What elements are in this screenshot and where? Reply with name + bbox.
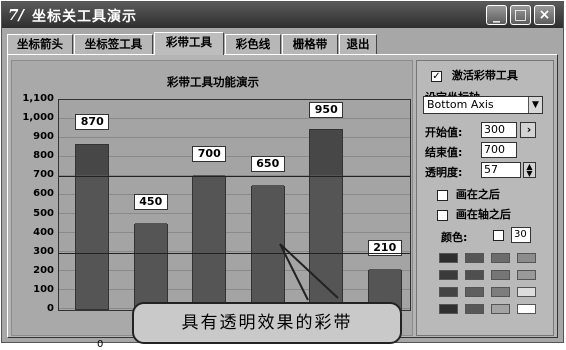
title-bar[interactable]: 7/ 坐标关工具演示 _ □ × <box>2 2 563 28</box>
bar-value-label: 650 <box>250 155 285 172</box>
y-tick-label: 400 <box>33 226 54 238</box>
transparency-field[interactable]: 57 <box>481 162 521 178</box>
maximize-button[interactable]: □ <box>510 5 531 25</box>
y-tick-label: 500 <box>33 207 54 219</box>
y-tick-label: 800 <box>33 150 54 162</box>
bar-value-label: 950 <box>309 102 344 118</box>
enable-band-row[interactable]: ✓ 激活彩带工具 <box>431 67 518 83</box>
bar-band-segment <box>76 175 109 309</box>
y-tick-label: 200 <box>33 264 54 276</box>
color-swatch[interactable] <box>491 253 510 263</box>
bar-band-segment <box>134 223 167 309</box>
bar <box>133 223 168 310</box>
draw-after-row[interactable]: 画在之后 <box>437 186 500 202</box>
color-swatch[interactable] <box>439 253 458 263</box>
bar <box>192 175 227 310</box>
y-tick-label: 300 <box>33 245 54 257</box>
y-tick-label: 1,000 <box>22 112 54 124</box>
bar-value-label: 450 <box>133 194 168 211</box>
band-edge-line <box>59 176 410 178</box>
axis-select[interactable]: Bottom Axis ▼ <box>423 96 543 114</box>
color-swatch[interactable] <box>491 270 510 280</box>
color-swatch[interactable] <box>465 304 484 314</box>
color-swatch[interactable] <box>439 270 458 280</box>
bar-value-label: 700 <box>192 146 227 163</box>
tab-color-line[interactable]: 彩色线 <box>225 34 281 54</box>
draw-after-label: 画在之后 <box>455 188 500 201</box>
y-tick-label: 1,100 <box>22 93 54 104</box>
color-swatch[interactable] <box>517 270 536 280</box>
bar <box>75 143 110 310</box>
color-swatch[interactable] <box>491 304 510 314</box>
y-tick-label: 100 <box>33 283 54 295</box>
color-value-field[interactable]: 30 <box>511 227 531 243</box>
window-title: 坐标关工具演示 <box>32 9 137 25</box>
app-icon: 7/ <box>8 6 24 24</box>
tab-bar: 坐标箭头 坐标签工具 彩带工具 彩色线 栅格带 退出 <box>7 32 557 55</box>
transparency-label: 透明度: <box>425 166 463 179</box>
color-checkbox[interactable] <box>493 230 504 241</box>
bar-value-label: 870 <box>75 113 110 130</box>
app-window: 7/ 坐标关工具演示 _ □ × 坐标箭头 坐标签工具 彩带工具 彩色线 栅格带… <box>1 1 564 350</box>
y-tick-label: 0 <box>47 303 54 314</box>
transparency-value: 57 <box>484 163 498 176</box>
color-swatch[interactable] <box>465 253 484 263</box>
close-button[interactable]: × <box>534 5 555 25</box>
enable-band-label: 激活彩带工具 <box>451 69 518 82</box>
color-swatch[interactable] <box>517 287 536 297</box>
end-value-field[interactable]: 700 <box>481 142 517 158</box>
draw-after-checkbox[interactable] <box>437 189 448 201</box>
chevron-right-icon[interactable]: › <box>520 122 536 138</box>
color-swatch[interactable] <box>491 287 510 297</box>
color-swatch[interactable] <box>465 270 484 280</box>
y-tick-label: 900 <box>33 131 54 143</box>
start-label: 开始值: <box>425 126 463 139</box>
start-value-field[interactable]: 300 <box>481 122 517 138</box>
tab-band-tool[interactable]: 彩带工具 <box>154 32 224 55</box>
y-tick-label: 700 <box>33 169 54 181</box>
color-swatch[interactable] <box>517 304 536 314</box>
settings-panel: ✓ 激活彩带工具 设定坐标轴 Bottom Axis ▼ 开始值: 300 › … <box>416 60 554 336</box>
chevron-down-icon[interactable]: ▼ <box>528 97 542 113</box>
color-swatch[interactable] <box>439 287 458 297</box>
color-label: 颜色: <box>441 231 468 244</box>
tab-exit[interactable]: 退出 <box>339 34 377 54</box>
draw-on-axis-row[interactable]: 画在轴之后 <box>437 206 511 222</box>
draw-on-axis-label: 画在轴之后 <box>455 208 511 221</box>
bar-band-segment <box>193 175 226 309</box>
tab-grid-band[interactable]: 栅格带 <box>282 34 338 54</box>
color-swatch[interactable] <box>517 253 536 263</box>
annotation-callout: 具有透明效果的彩带 <box>132 302 402 344</box>
enable-band-checkbox[interactable]: ✓ <box>431 70 442 82</box>
color-swatch[interactable] <box>439 304 458 314</box>
y-tick-label: 600 <box>33 188 54 200</box>
chart-title: 彩带工具功能演示 <box>167 75 259 89</box>
axis-select-value: Bottom Axis <box>427 98 494 111</box>
tab-axis-arrow[interactable]: 坐标箭头 <box>7 34 73 54</box>
draw-on-axis-checkbox[interactable] <box>437 209 448 221</box>
tab-axis-label-tool[interactable]: 坐标签工具 <box>74 34 153 54</box>
end-label: 结束值: <box>425 146 463 159</box>
transparency-spinner[interactable]: ▲ ▼ <box>523 162 536 178</box>
minimize-button[interactable]: _ <box>486 5 507 25</box>
color-swatch[interactable] <box>465 287 484 297</box>
